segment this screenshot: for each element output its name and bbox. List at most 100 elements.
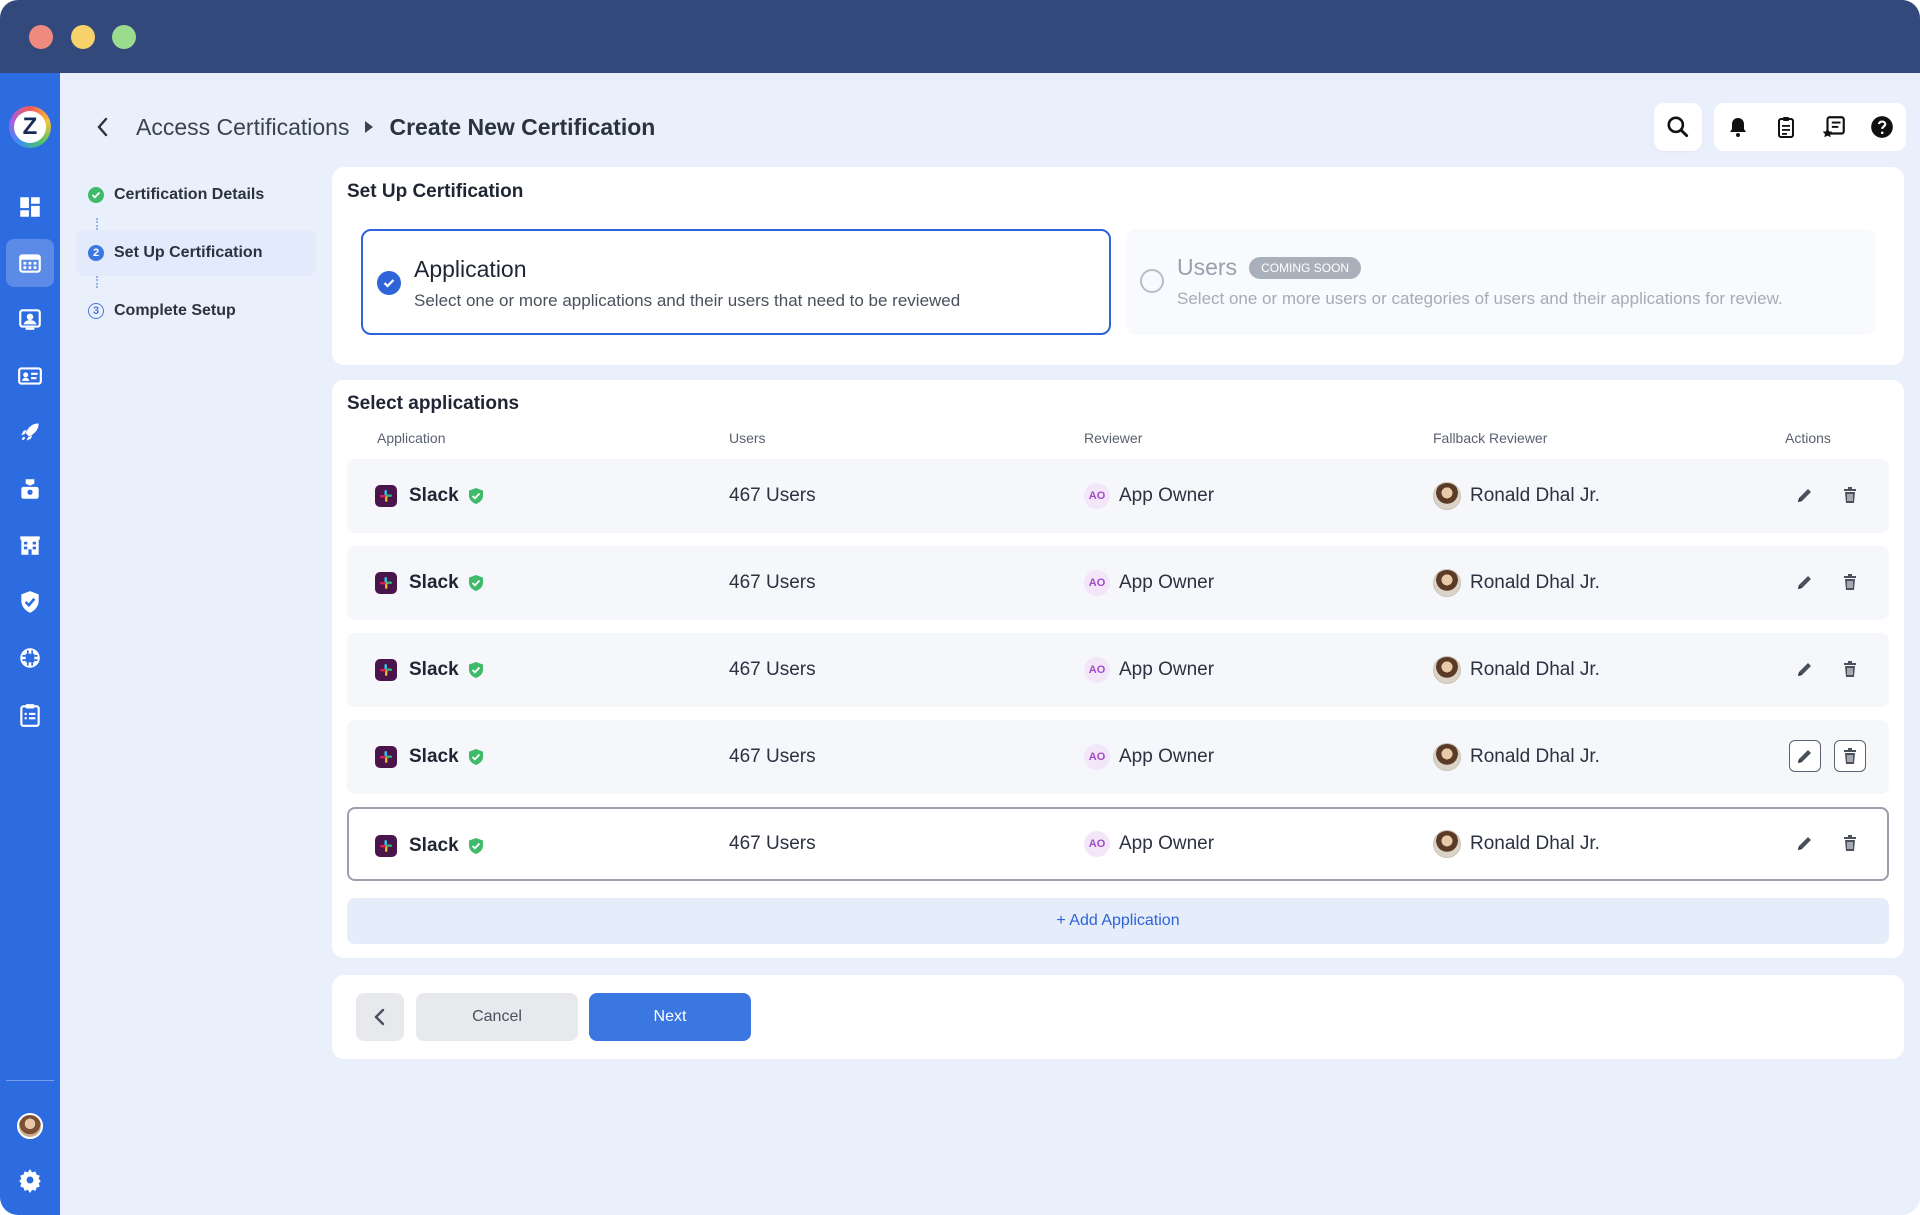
cancel-button[interactable]: Cancel [416, 993, 578, 1041]
fallback-reviewer-cell: Ronald Dhal Jr. [1433, 720, 1600, 794]
reviewer-cell: AO App Owner [1084, 459, 1214, 533]
slack-logo-icon [375, 572, 397, 594]
page-title: Create New Certification [389, 113, 656, 140]
app-logo[interactable]: Z [9, 106, 51, 148]
maximize-window-button[interactable] [112, 25, 136, 49]
table-row[interactable]: Slack 467 Users AO App Owner Ronald Dhal… [347, 807, 1889, 881]
check-circle-icon [88, 187, 104, 203]
option-description: Select one or more users or categories o… [1177, 289, 1783, 308]
fallback-reviewer-cell: Ronald Dhal Jr. [1433, 459, 1600, 533]
verified-shield-icon [468, 575, 483, 591]
fallback-reviewer-name: Ronald Dhal Jr. [1470, 485, 1600, 506]
app-cell: Slack [375, 459, 485, 533]
edit-pencil-icon[interactable] [1789, 479, 1821, 511]
column-header-reviewer: Reviewer [1084, 430, 1143, 446]
section-title: Select applications [347, 393, 520, 414]
add-application-button[interactable]: + Add Application [347, 898, 1889, 944]
shield-check-icon[interactable] [6, 578, 54, 626]
fallback-reviewer-name: Ronald Dhal Jr. [1470, 746, 1600, 767]
radio-button[interactable] [1140, 269, 1164, 293]
breadcrumb-parent[interactable]: Access Certifications [136, 114, 349, 141]
option-application[interactable]: Application Select one or more applicati… [361, 229, 1111, 335]
reviewer-initials: AO [1084, 831, 1110, 857]
reviewer-initials: AO [1084, 570, 1110, 596]
trash-icon[interactable] [1834, 827, 1866, 859]
reviewer-initials: AO [1084, 744, 1110, 770]
footer-actions: Cancel Next [332, 975, 1904, 1059]
user-card-icon[interactable] [6, 295, 54, 343]
calendar-icon[interactable] [6, 239, 54, 287]
step-certification-details[interactable]: Certification Details [76, 172, 316, 218]
step-number-icon: 2 [88, 245, 104, 261]
app-cell: Slack [375, 720, 485, 794]
coming-soon-badge: COMING SOON [1249, 257, 1362, 279]
slack-logo-icon [375, 835, 397, 857]
minimize-window-button[interactable] [71, 25, 95, 49]
verified-shield-icon [468, 749, 483, 765]
notification-actions [1714, 103, 1906, 151]
trash-icon[interactable] [1834, 653, 1866, 685]
trash-icon[interactable] [1834, 479, 1866, 511]
back-button[interactable] [356, 993, 404, 1041]
app-cell: Slack [375, 633, 485, 707]
breadcrumb: Access Certifications Create New Certifi… [90, 110, 655, 144]
clipboard-list-icon[interactable] [1762, 103, 1810, 151]
table-row[interactable]: Slack 467 Users AO App Owner Ronald Dhal… [347, 633, 1889, 707]
fallback-reviewer-name: Ronald Dhal Jr. [1470, 659, 1600, 680]
fallback-reviewer-name: Ronald Dhal Jr. [1470, 572, 1600, 593]
help-icon[interactable] [1858, 103, 1906, 151]
step-complete-setup[interactable]: 3 Complete Setup [76, 288, 316, 334]
bell-icon[interactable] [1714, 103, 1762, 151]
search-icon[interactable] [1654, 103, 1702, 151]
table-row[interactable]: Slack 467 Users AO App Owner Ronald Dhal… [347, 546, 1889, 620]
column-header-users: Users [729, 430, 766, 446]
dashboard-icon[interactable] [6, 183, 54, 231]
option-description: Select one or more applications and thei… [414, 291, 961, 310]
close-window-button[interactable] [29, 25, 53, 49]
clipboard-icon[interactable] [6, 691, 54, 739]
back-arrow-icon[interactable] [90, 114, 116, 140]
edit-pencil-icon[interactable] [1789, 827, 1821, 859]
trash-icon[interactable] [1834, 566, 1866, 598]
fallback-reviewer-cell: Ronald Dhal Jr. [1433, 809, 1600, 879]
badge-icon[interactable] [6, 465, 54, 513]
table-row[interactable]: Slack 467 Users AO App Owner Ronald Dhal… [347, 459, 1889, 533]
app-name: Slack [409, 835, 459, 856]
app-cell: Slack [375, 809, 485, 883]
app-name: Slack [409, 485, 459, 506]
gear-icon[interactable] [6, 1156, 54, 1204]
reviewer-name: App Owner [1119, 833, 1215, 854]
table-row[interactable]: Slack 467 Users AO App Owner Ronald Dhal… [347, 720, 1889, 794]
reviewer-cell: AO App Owner [1084, 633, 1214, 707]
edit-pencil-icon[interactable] [1789, 740, 1821, 772]
select-applications-card: Select applications Application Users Re… [332, 380, 1904, 958]
next-button[interactable]: Next [589, 993, 751, 1041]
verified-shield-icon [468, 662, 483, 678]
reviewer-initials: AO [1084, 483, 1110, 509]
rocket-icon[interactable] [6, 408, 54, 456]
app-name: Slack [409, 572, 459, 593]
breadcrumb-separator-icon [365, 121, 374, 133]
edit-pencil-icon[interactable] [1789, 653, 1821, 685]
review-icon[interactable] [1810, 103, 1858, 151]
fallback-reviewer-cell: Ronald Dhal Jr. [1433, 546, 1600, 620]
edit-pencil-icon[interactable] [1789, 566, 1821, 598]
building-icon[interactable] [6, 521, 54, 569]
reviewer-cell: AO App Owner [1084, 720, 1214, 794]
reviewer-name: App Owner [1119, 746, 1215, 767]
chip-icon[interactable] [6, 634, 54, 682]
user-avatar[interactable] [17, 1113, 43, 1139]
fallback-reviewer-name: Ronald Dhal Jr. [1470, 833, 1600, 854]
option-users[interactable]: Users COMING SOON Select one or more user… [1126, 229, 1876, 335]
reviewer-name: App Owner [1119, 485, 1215, 506]
avatar [1433, 830, 1461, 858]
trash-icon[interactable] [1834, 740, 1866, 772]
app-name: Slack [409, 659, 459, 680]
reviewer-name: App Owner [1119, 572, 1215, 593]
id-card-icon[interactable] [6, 352, 54, 400]
app-name: Slack [409, 746, 459, 767]
column-header-application: Application [377, 430, 446, 446]
setup-certification-card: Set Up Certification Application Select … [332, 167, 1904, 365]
step-set-up-certification[interactable]: 2 Set Up Certification [76, 230, 316, 276]
reviewer-cell: AO App Owner [1084, 546, 1214, 620]
